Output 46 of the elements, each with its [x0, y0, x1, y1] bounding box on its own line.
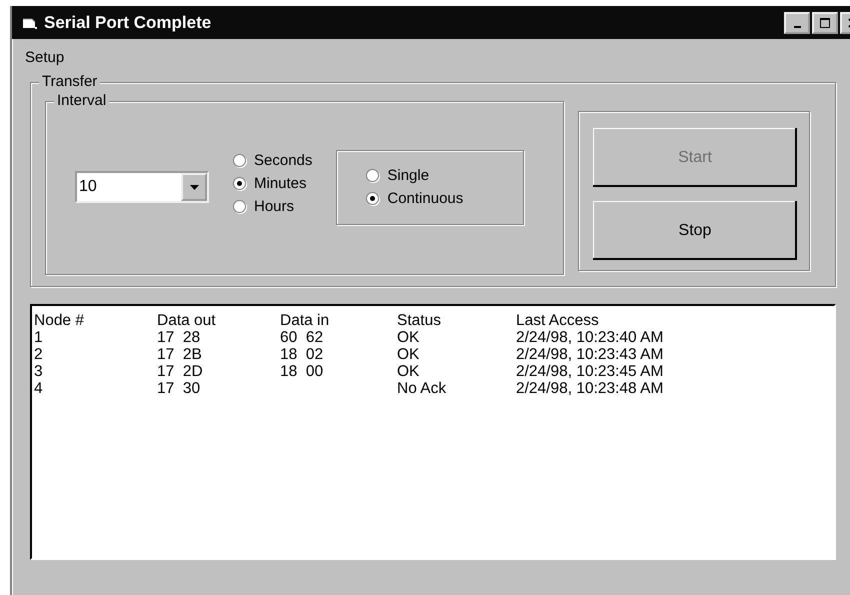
radio-button[interactable] [233, 176, 246, 190]
maximize-button[interactable] [812, 12, 838, 34]
list-cell-text: 1 [34, 329, 44, 346]
radio-button[interactable] [366, 169, 380, 182]
list-cell: 2/24/98, 10:23:40 AM [516, 329, 664, 346]
dropdown-button[interactable] [181, 173, 207, 201]
radio-button[interactable] [233, 154, 246, 166]
caret-icon [190, 184, 198, 190]
list-cell-text: OK [397, 329, 420, 346]
list-cell-text: No Ack [397, 380, 448, 397]
maximize-icon [820, 18, 830, 28]
window-title: Serial Port Complete [44, 12, 212, 32]
list-cell-text: 60 62 [280, 329, 324, 346]
radio-label[interactable]: Continuous [387, 190, 464, 207]
list-cell-text: 17 2D [157, 363, 204, 380]
list-cell-text: 2 [34, 346, 44, 363]
radio-button[interactable] [366, 192, 380, 205]
radio-label[interactable]: Minutes [254, 174, 307, 192]
column-header: Status [397, 312, 442, 329]
column-header: Data out [157, 312, 217, 329]
list-cell-text: 4 [34, 380, 44, 397]
app-icon [22, 16, 38, 30]
radio-label[interactable]: Seconds [254, 152, 312, 168]
list-cell: 2/24/98, 10:23:43 AM [516, 346, 664, 363]
list-cell-text: OK [397, 363, 420, 380]
list-cell-text: 18 02 [280, 346, 324, 363]
column-header: Node # [34, 312, 85, 329]
column-header: Data in [280, 312, 330, 329]
radio-button[interactable] [233, 200, 246, 212]
minimize-button[interactable] [784, 12, 810, 34]
list-cell-text: 17 28 [157, 329, 202, 346]
log-list[interactable]: Node # Data out Data in Status Last Access 1 17 28 60 62 OK 2/24/98, 10:23:40 AM 2 17 2B 18 02 OK 2/24/98, 10:23:43 AM 3 17 2D 18 00 OK 2/24/98, 10:23:45 AM 4 17 30 No Ack 2/24/98, 10:23:48 AM [30, 304, 836, 560]
minimize-icon [794, 26, 800, 28]
list-cell: 2/24/98, 10:23:45 AM [516, 363, 664, 380]
radio-label[interactable]: Hours [254, 198, 294, 214]
list-cell: 2/24/98, 10:23:48 AM [516, 380, 664, 397]
list-cell-text: 17 30 [157, 380, 202, 397]
menu-item[interactable]: Setup [23, 48, 66, 66]
list-cell-text: 18 00 [280, 363, 324, 380]
column-header: Last Access [516, 312, 599, 329]
interval-combo[interactable]: 10 [75, 171, 209, 203]
list-cell-text: 17 2B [157, 346, 203, 363]
list-cell-text: OK [397, 346, 420, 363]
radio-label[interactable]: Single [387, 167, 430, 184]
list-cell-text: 3 [34, 363, 44, 380]
push-button[interactable]: Stop [593, 201, 797, 260]
